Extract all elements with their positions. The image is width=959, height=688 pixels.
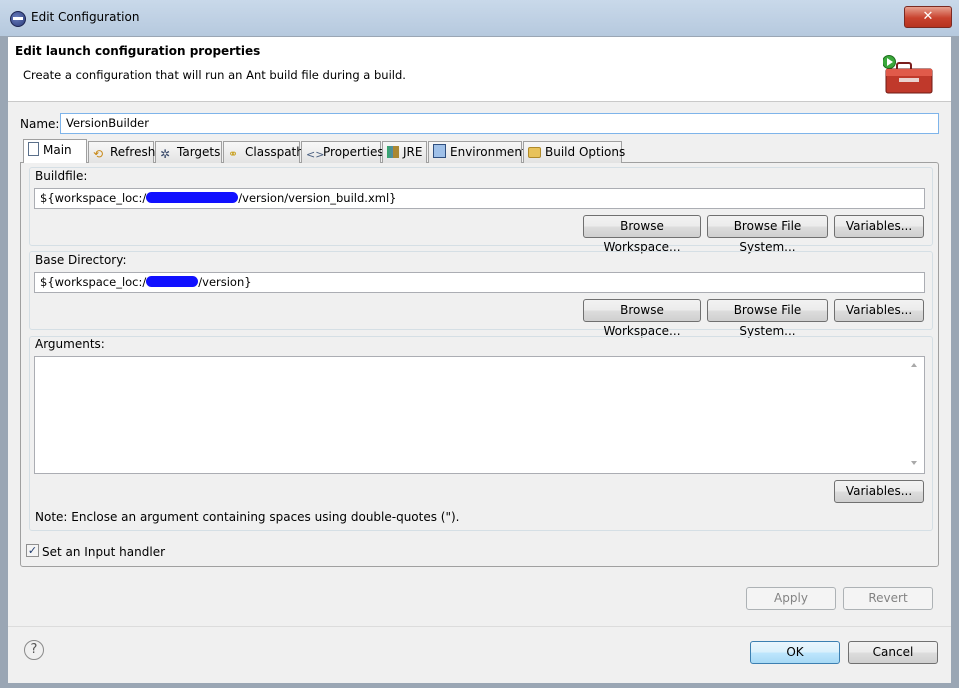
refresh-icon: ⟲ (93, 147, 104, 161)
targets-icon: ✲ (160, 147, 171, 161)
window-title: Edit Configuration (31, 10, 140, 24)
folder-icon (528, 147, 541, 158)
base-directory-browse-filesystem-button[interactable]: Browse File System... (707, 299, 828, 338)
properties-icon: <> (306, 148, 325, 161)
scroll-down-icon[interactable] (911, 461, 917, 465)
buildfile-value-prefix: ${workspace_loc:/ (40, 191, 147, 205)
base-directory-value-prefix: ${workspace_loc:/ (40, 275, 147, 289)
revert-button[interactable]: Revert (843, 587, 933, 610)
page-icon (28, 142, 39, 156)
input-handler-label: Set an Input handler (42, 545, 166, 559)
base-directory-browse-workspace-button[interactable]: Browse Workspace... (583, 299, 701, 338)
environment-icon (433, 144, 446, 158)
tab-properties-label: Properties (323, 145, 384, 159)
input-handler-checkbox[interactable]: ✓ (26, 544, 39, 557)
tab-classpath-label: Classpath (245, 145, 304, 159)
tab-environment[interactable]: Environment (428, 141, 527, 163)
eclipse-icon (10, 11, 26, 27)
buildfile-input[interactable]: ${workspace_loc:/ /version/version_build.… (34, 188, 925, 209)
apply-button[interactable]: Apply (746, 587, 836, 610)
arguments-textarea[interactable] (34, 356, 925, 474)
redacted-mark (146, 192, 239, 203)
tab-properties[interactable]: <>Properties (301, 141, 384, 163)
tab-classpath[interactable]: ⚭ Classpath (223, 141, 304, 163)
arguments-variables-button[interactable]: Variables... (834, 480, 924, 503)
buildfile-label: Buildfile: (35, 169, 88, 183)
tab-build-options[interactable]: Build Options (523, 141, 626, 163)
scroll-up-icon[interactable] (911, 363, 917, 367)
title-bar (0, 0, 959, 36)
buildfile-value-suffix: /version/version_build.xml} (238, 191, 397, 205)
name-label: Name: (20, 117, 60, 131)
buildfile-browse-filesystem-button[interactable]: Browse File System... (707, 215, 828, 254)
cancel-button[interactable]: Cancel (848, 641, 938, 664)
tab-refresh-label: Refresh (110, 145, 156, 159)
base-directory-variables-button[interactable]: Variables... (834, 299, 924, 322)
tab-main-label: Main (43, 143, 72, 157)
tab-refresh[interactable]: ⟲ Refresh (88, 141, 156, 163)
base-directory-value-suffix: /version} (198, 275, 252, 289)
tab-environment-label: Environment (450, 145, 527, 159)
buildfile-browse-workspace-button[interactable]: Browse Workspace... (583, 215, 701, 254)
base-directory-label: Base Directory: (35, 253, 127, 267)
tab-targets[interactable]: ✲ Targets (155, 141, 222, 163)
base-directory-input[interactable]: ${workspace_loc:/ /version} (34, 272, 925, 293)
name-input[interactable]: VersionBuilder (60, 113, 939, 134)
tab-build-options-label: Build Options (545, 145, 626, 159)
jre-icon (387, 146, 399, 158)
arguments-scrollbar[interactable] (907, 357, 924, 473)
arguments-label: Arguments: (35, 337, 105, 351)
ant-toolbox-icon (883, 55, 933, 94)
tab-main[interactable]: Main (23, 139, 87, 163)
header-title: Edit launch configuration properties (15, 44, 261, 58)
arguments-note: Note: Enclose an argument containing spa… (35, 510, 460, 524)
tab-targets-label: Targets (177, 145, 221, 159)
tab-jre-label: JRE (403, 145, 423, 159)
redacted-mark (146, 276, 199, 287)
help-icon[interactable]: ? (24, 640, 44, 660)
buildfile-variables-button[interactable]: Variables... (834, 215, 924, 238)
close-button[interactable]: ✕ (904, 6, 952, 28)
ok-button[interactable]: OK (750, 641, 840, 664)
header-description: Create a configuration that will run an … (23, 68, 406, 82)
classpath-icon: ⚭ (228, 147, 239, 161)
tab-jre[interactable]: JRE (382, 141, 427, 163)
